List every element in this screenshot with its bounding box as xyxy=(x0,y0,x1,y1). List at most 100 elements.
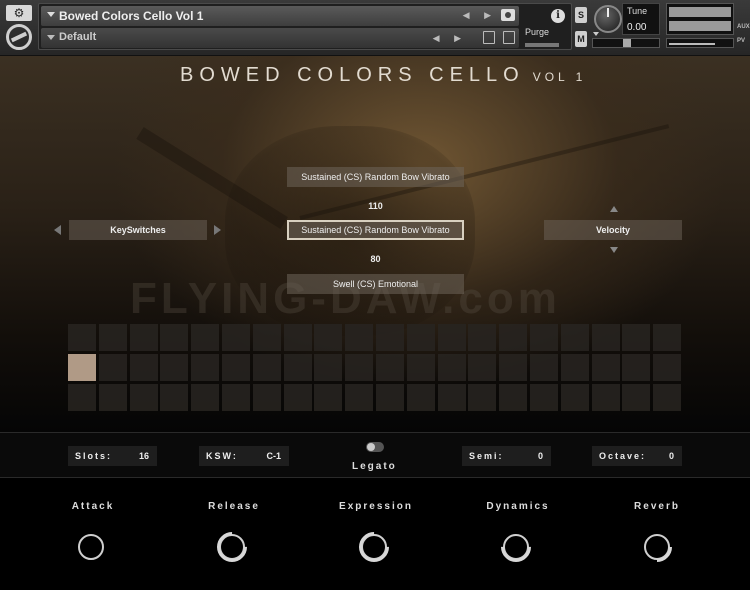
legato-toggle[interactable] xyxy=(366,442,384,452)
keyswitch-slot[interactable] xyxy=(406,324,435,351)
keyswitch-slot[interactable] xyxy=(591,384,620,411)
info-icon[interactable]: i xyxy=(551,9,565,23)
keyswitch-slot[interactable] xyxy=(98,324,127,351)
aux-label[interactable]: AUX xyxy=(737,24,750,30)
keyswitch-slot[interactable] xyxy=(221,324,250,351)
keyswitch-slot[interactable] xyxy=(529,354,558,381)
keyswitch-slot[interactable] xyxy=(68,324,96,351)
keyswitch-slot[interactable] xyxy=(375,324,404,351)
keyswitch-slot[interactable] xyxy=(314,384,343,411)
keyswitch-slot[interactable] xyxy=(68,384,96,411)
keyswitch-slot[interactable] xyxy=(191,324,220,351)
keyswitch-slot[interactable] xyxy=(160,324,189,351)
keyswitch-slot[interactable] xyxy=(653,324,682,351)
keyswitch-slot[interactable] xyxy=(160,384,189,411)
expression-knob[interactable] xyxy=(352,525,396,569)
keyswitch-slot[interactable] xyxy=(314,324,343,351)
triangle-right-icon[interactable] xyxy=(214,225,221,235)
keyswitch-slot[interactable] xyxy=(252,384,281,411)
attack-knob[interactable] xyxy=(78,534,104,560)
slots-value[interactable]: 16 xyxy=(139,446,149,466)
delete-icon[interactable] xyxy=(503,31,515,44)
instrument-name-row[interactable]: Bowed Colors Cello Vol 1 ◀ ▶ xyxy=(41,6,519,26)
keyswitches-button[interactable]: KeySwitches xyxy=(69,220,207,240)
instrument-nav-arrows[interactable]: ◀ ▶ xyxy=(463,10,497,21)
keyswitch-slot[interactable] xyxy=(653,354,682,381)
keyswitch-slot[interactable] xyxy=(221,384,250,411)
tune-knob[interactable] xyxy=(594,5,622,33)
keyswitch-slot[interactable] xyxy=(437,354,466,381)
keyswitch-slot[interactable] xyxy=(499,324,528,351)
mute-button[interactable]: M xyxy=(575,31,587,47)
camera-icon[interactable] xyxy=(501,9,515,21)
reverb-knob[interactable] xyxy=(635,525,679,569)
keyswitch-slot[interactable] xyxy=(375,354,404,381)
keyswitch-slot[interactable] xyxy=(191,384,220,411)
semi-field[interactable]: Semi: 0 xyxy=(462,446,551,466)
keyswitch-slot[interactable] xyxy=(529,384,558,411)
snapshot-row[interactable]: Default ◀ ▶ xyxy=(41,28,519,48)
save-icon[interactable] xyxy=(483,31,495,44)
keyswitch-slot[interactable] xyxy=(468,324,497,351)
purge-menu[interactable]: Purge xyxy=(525,27,549,37)
keyswitch-slot[interactable] xyxy=(437,384,466,411)
keyswitch-slot[interactable] xyxy=(314,354,343,381)
pan-slider[interactable] xyxy=(592,38,660,48)
articulation-selected-button[interactable]: Sustained (CS) Random Bow Vibrato xyxy=(287,220,464,240)
solo-button[interactable]: S xyxy=(575,7,587,23)
dynamics-knob[interactable] xyxy=(494,525,538,569)
keyswitch-slot[interactable] xyxy=(591,354,620,381)
keyswitch-slot[interactable] xyxy=(622,354,651,381)
keyswitch-slot[interactable] xyxy=(129,324,158,351)
keyswitch-slot[interactable] xyxy=(499,384,528,411)
wrench-icon[interactable]: ⚙ xyxy=(6,5,32,21)
triangle-up-icon[interactable] xyxy=(610,206,618,212)
keyswitch-slot[interactable] xyxy=(499,354,528,381)
snapshot-nav-arrows[interactable]: ◀ ▶ xyxy=(433,33,467,44)
keyswitch-slot[interactable] xyxy=(406,354,435,381)
keyswitch-slot[interactable] xyxy=(283,354,312,381)
keyswitch-slot[interactable] xyxy=(129,384,158,411)
keyswitch-slot[interactable] xyxy=(345,354,374,381)
ksw-value[interactable]: C-1 xyxy=(266,446,281,466)
triangle-down-icon[interactable] xyxy=(610,247,618,253)
keyswitch-slot[interactable] xyxy=(68,354,96,381)
keyswitch-slot[interactable] xyxy=(98,384,127,411)
velocity-button[interactable]: Velocity xyxy=(544,220,682,240)
chevron-down-icon[interactable] xyxy=(47,12,55,17)
articulation-prev-button[interactable]: Sustained (CS) Random Bow Vibrato xyxy=(287,167,464,187)
keyswitch-slot[interactable] xyxy=(653,384,682,411)
octave-field[interactable]: Octave: 0 xyxy=(592,446,682,466)
keyswitch-slot[interactable] xyxy=(560,384,589,411)
keyswitch-slot[interactable] xyxy=(437,324,466,351)
triangle-left-icon[interactable] xyxy=(54,225,61,235)
keyswitch-slot[interactable] xyxy=(283,324,312,351)
pv-label[interactable]: PV xyxy=(737,38,745,44)
keyswitch-slot[interactable] xyxy=(468,384,497,411)
keyswitch-slot[interactable] xyxy=(375,384,404,411)
keyswitch-slot[interactable] xyxy=(98,354,127,381)
keyswitch-slot[interactable] xyxy=(560,354,589,381)
keyswitch-slot[interactable] xyxy=(191,354,220,381)
keyswitch-slot[interactable] xyxy=(622,384,651,411)
keyswitch-slot[interactable] xyxy=(345,324,374,351)
chevron-down-icon[interactable] xyxy=(593,32,599,36)
keyswitch-slot[interactable] xyxy=(129,354,158,381)
ksw-field[interactable]: KSW: C-1 xyxy=(199,446,289,466)
release-knob[interactable] xyxy=(210,525,254,569)
keyswitch-slot[interactable] xyxy=(468,354,497,381)
keyswitch-slot[interactable] xyxy=(406,384,435,411)
snapshot-name[interactable]: Default xyxy=(59,31,96,43)
chevron-down-icon[interactable] xyxy=(47,35,55,40)
keyswitch-slot[interactable] xyxy=(252,324,281,351)
keyswitch-slot[interactable] xyxy=(591,324,620,351)
articulation-next-button[interactable]: Swell (CS) Emotional xyxy=(287,274,464,294)
volume-slider[interactable] xyxy=(666,38,734,48)
keyswitch-slot[interactable] xyxy=(529,324,558,351)
slots-field[interactable]: Slots: 16 xyxy=(68,446,157,466)
semi-value[interactable]: 0 xyxy=(538,446,543,466)
keyswitch-slot[interactable] xyxy=(345,384,374,411)
instrument-name[interactable]: Bowed Colors Cello Vol 1 xyxy=(59,9,203,23)
octave-value[interactable]: 0 xyxy=(669,446,674,466)
keyswitch-slot[interactable] xyxy=(622,324,651,351)
